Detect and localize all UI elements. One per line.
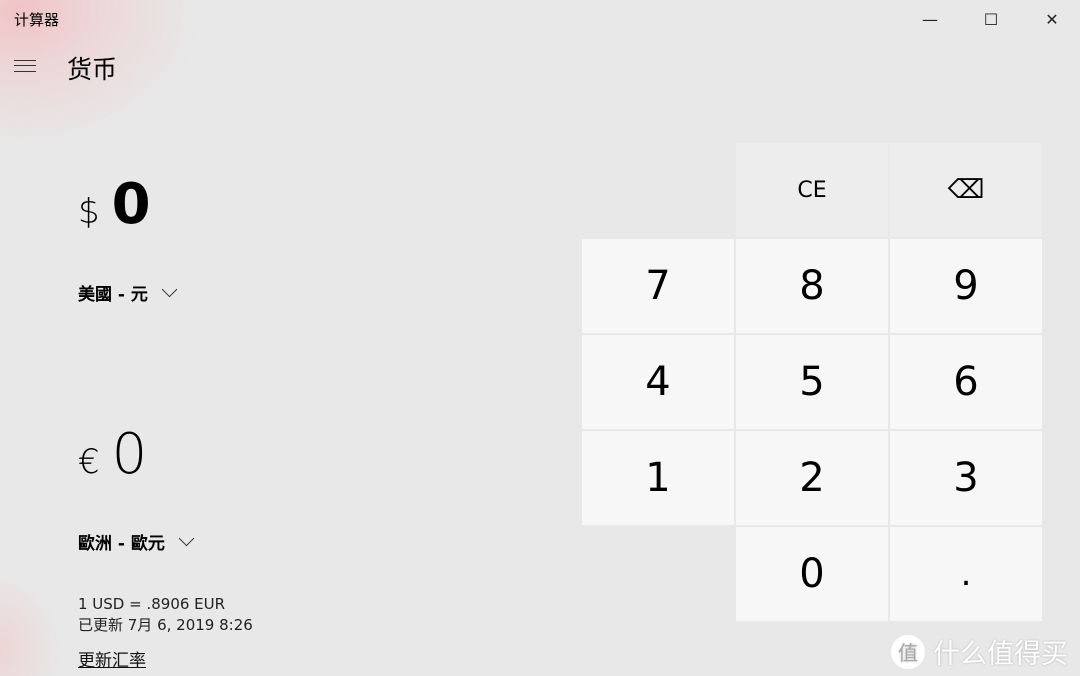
exchange-rate: 1 USD = .8906 EUR [78, 595, 226, 613]
from-currency-label: 美國 - 元 [78, 285, 148, 305]
update-rates-link[interactable]: 更新汇率 [78, 646, 146, 671]
from-amount[interactable]: $ 0 [78, 172, 151, 237]
key-5[interactable]: 5 [736, 335, 888, 429]
key-4[interactable]: 4 [582, 335, 734, 429]
watermark-logo-icon: 值 [891, 634, 925, 669]
window-title: 计算器 [14, 11, 60, 29]
ce-button[interactable]: CE [736, 143, 888, 237]
from-value: 0 [111, 172, 151, 237]
key-8[interactable]: 8 [736, 239, 888, 333]
from-currency-dropdown[interactable]: 美國 - 元 [78, 280, 178, 305]
close-button[interactable]: ✕ [1022, 0, 1080, 38]
to-amount[interactable]: € 0 [78, 422, 147, 487]
key-2[interactable]: 2 [736, 431, 888, 525]
page-title: 货币 [67, 55, 118, 84]
minimize-button[interactable]: — [900, 0, 960, 38]
watermark-text: 什么值得买 [933, 639, 1068, 670]
key-6[interactable]: 6 [890, 335, 1042, 429]
decimal-key[interactable]: . [890, 527, 1042, 621]
to-value: 0 [111, 422, 148, 487]
from-currency-symbol: $ [78, 192, 100, 232]
to-currency-dropdown[interactable]: 歐洲 - 歐元 [78, 529, 195, 554]
to-currency-label: 歐洲 - 歐元 [78, 534, 165, 554]
to-currency-symbol: € [78, 442, 100, 482]
hamburger-menu-icon[interactable] [14, 60, 36, 72]
key-7[interactable]: 7 [582, 239, 734, 333]
backspace-icon[interactable]: ⌫ [890, 143, 1042, 237]
rate-updated: 已更新 7月 6, 2019 8:26 [78, 616, 253, 634]
key-3[interactable]: 3 [890, 431, 1042, 525]
key-0[interactable]: 0 [736, 527, 888, 621]
chevron-down-icon [178, 530, 195, 547]
watermark: 值 什么值得买 [891, 632, 1068, 671]
maximize-button[interactable]: ☐ [961, 0, 1021, 38]
key-1[interactable]: 1 [582, 431, 734, 525]
key-9[interactable]: 9 [890, 239, 1042, 333]
chevron-down-icon [161, 281, 178, 298]
